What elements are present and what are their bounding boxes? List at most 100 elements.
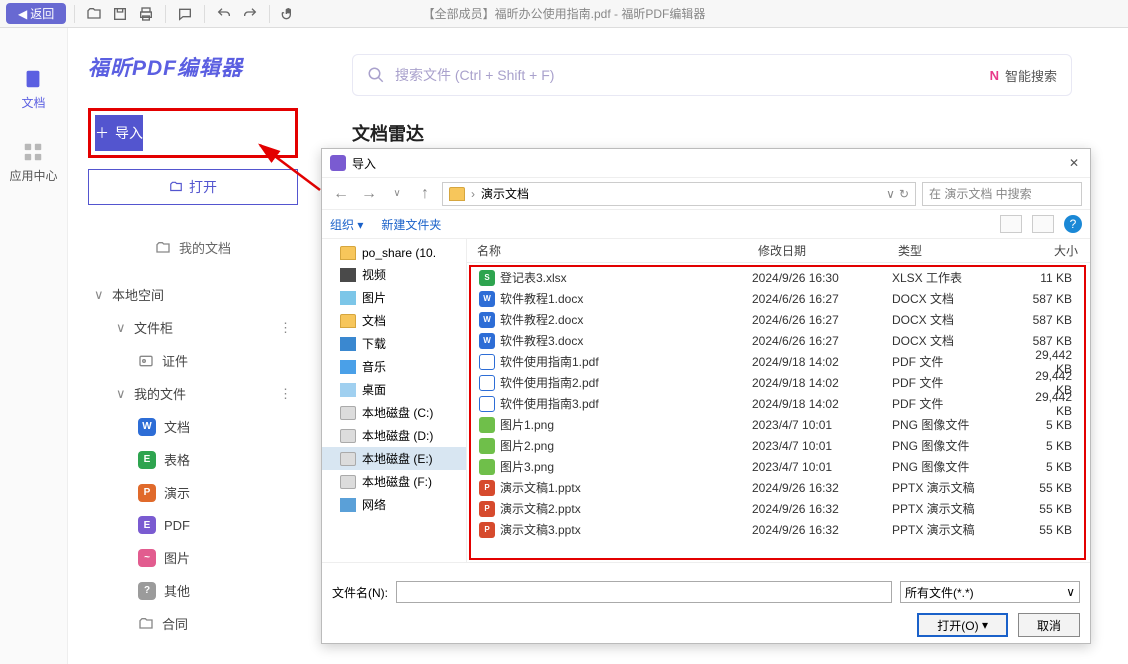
nav-filetype-5[interactable]: ?其他 — [88, 574, 298, 607]
col-size[interactable]: 大小 — [1026, 242, 1090, 259]
file-type: PNG 图像文件 — [892, 458, 1020, 475]
address-bar[interactable]: › 演示文档 ∨↻ — [442, 182, 916, 206]
col-name[interactable]: 名称 — [467, 242, 758, 259]
nav-recent-icon[interactable]: ∨ — [386, 183, 408, 205]
nav-mydocs[interactable]: 我的文档 — [88, 231, 298, 264]
file-row[interactable]: W 软件教程3.docx 2024/6/26 16:27 DOCX 文档 587… — [471, 330, 1084, 351]
help-icon[interactable]: ? — [1064, 215, 1082, 233]
filetype-label: 合同 — [162, 614, 188, 633]
dialog-search[interactable]: 在 演示文档 中搜索 — [922, 182, 1082, 206]
filetype-label: 文档 — [164, 417, 190, 436]
breadcrumb-text: 演示文档 — [481, 185, 529, 202]
filter-text: 所有文件(*.*) — [905, 584, 974, 601]
file-name: 图片2.png — [500, 437, 752, 454]
tree-item[interactable]: 本地磁盘 (E:) — [322, 447, 466, 470]
undo-icon[interactable] — [213, 3, 235, 25]
dialog-open-button[interactable]: 打开(O) ▾ — [917, 613, 1008, 637]
tree-item[interactable]: 本地磁盘 (D:) — [322, 424, 466, 447]
search-box[interactable]: 搜索文件 (Ctrl + Shift + F) N 智能搜索 — [352, 54, 1072, 96]
nav-cabinet[interactable]: ∨文件柜⋮ — [88, 311, 298, 344]
nav-local-space[interactable]: ∨本地空间 — [88, 278, 298, 311]
nav-up-icon[interactable]: ↑ — [414, 183, 436, 205]
nav-filetype-4[interactable]: ~图片 — [88, 541, 298, 574]
open-file-icon[interactable] — [83, 3, 105, 25]
more-icon[interactable]: ⋮ — [279, 386, 292, 402]
file-name: 软件使用指南2.pdf — [500, 374, 752, 391]
nav-filetype-2[interactable]: P演示 — [88, 476, 298, 509]
dialog-cancel-button[interactable]: 取消 — [1018, 613, 1080, 637]
tree-item[interactable]: 图片 — [322, 286, 466, 309]
col-type[interactable]: 类型 — [898, 242, 1026, 259]
file-type: DOCX 文档 — [892, 311, 1020, 328]
tree-item[interactable]: 视频 — [322, 263, 466, 286]
nav-filetype-6[interactable]: 合同 — [88, 607, 298, 640]
filter-select[interactable]: 所有文件(*.*)∨ — [900, 581, 1080, 603]
filename-input[interactable] — [396, 581, 892, 603]
tree-item[interactable]: po_share (10. — [322, 243, 466, 263]
organize-menu[interactable]: 组织 ▾ — [330, 216, 363, 233]
tree-item[interactable]: 本地磁盘 (C:) — [322, 401, 466, 424]
tree-item[interactable]: 网络 — [322, 493, 466, 516]
rail-apps[interactable]: 应用中心 — [9, 141, 57, 184]
filetype-icon: E — [138, 516, 156, 534]
dialog-bottom: 文件名(N): 所有文件(*.*)∨ 打开(O) ▾ 取消 — [322, 562, 1090, 643]
nav-filetype-3[interactable]: EPDF — [88, 509, 298, 541]
view-mode-icon[interactable] — [1000, 215, 1022, 233]
file-row[interactable]: 软件使用指南3.pdf 2024/9/18 14:02 PDF 文件 29,44… — [471, 393, 1084, 414]
file-row[interactable]: 软件使用指南2.pdf 2024/9/18 14:02 PDF 文件 29,44… — [471, 372, 1084, 393]
file-row[interactable]: P 演示文稿1.pptx 2024/9/26 16:32 PPTX 演示文稿 5… — [471, 477, 1084, 498]
newfolder-button[interactable]: 新建文件夹 — [381, 216, 441, 233]
nav-cert[interactable]: 证件 — [88, 344, 298, 377]
file-row[interactable]: S 登记表3.xlsx 2024/9/26 16:30 XLSX 工作表 11 … — [471, 267, 1084, 288]
back-button[interactable]: ◀ 返回 — [6, 3, 66, 24]
file-row[interactable]: P 演示文稿3.pptx 2024/9/26 16:32 PPTX 演示文稿 5… — [471, 519, 1084, 540]
file-row[interactable]: P 演示文稿2.pptx 2024/9/26 16:32 PPTX 演示文稿 5… — [471, 498, 1084, 519]
divider — [204, 5, 205, 23]
file-row[interactable]: 图片3.png 2023/4/7 10:01 PNG 图像文件 5 KB — [471, 456, 1084, 477]
file-type: PNG 图像文件 — [892, 416, 1020, 433]
file-row[interactable]: W 软件教程1.docx 2024/6/26 16:27 DOCX 文档 587… — [471, 288, 1084, 309]
file-date: 2024/9/26 16:32 — [752, 502, 892, 516]
tree-item[interactable]: 桌面 — [322, 378, 466, 401]
file-name: 图片3.png — [500, 458, 752, 475]
import-button[interactable]: ＋ 导入 — [95, 115, 143, 151]
file-row[interactable]: 图片1.png 2023/4/7 10:01 PNG 图像文件 5 KB — [471, 414, 1084, 435]
dialog-toolbar-right: ? — [1000, 215, 1082, 233]
file-icon — [479, 375, 495, 391]
tree-item[interactable]: 本地磁盘 (F:) — [322, 470, 466, 493]
file-size: 587 KB — [1020, 313, 1084, 327]
addr-refresh-icon[interactable]: ↻ — [899, 187, 909, 201]
tree-icon — [340, 406, 356, 420]
tree-item[interactable]: 文档 — [322, 309, 466, 332]
open-button[interactable]: 打开 — [88, 169, 298, 205]
print-icon[interactable] — [135, 3, 157, 25]
nav-myfiles[interactable]: ∨我的文件⋮ — [88, 377, 298, 410]
smart-search[interactable]: N 智能搜索 — [990, 66, 1057, 85]
import-highlight: ＋ 导入 — [88, 108, 298, 158]
file-row[interactable]: 图片2.png 2023/4/7 10:01 PNG 图像文件 5 KB — [471, 435, 1084, 456]
tree-item[interactable]: 音乐 — [322, 355, 466, 378]
file-row[interactable]: W 软件教程2.docx 2024/6/26 16:27 DOCX 文档 587… — [471, 309, 1084, 330]
side-column: 福昕PDF编辑器 ＋ 导入 打开 我的文档 ∨本地空间 ∨文件柜⋮ 证件 ∨我的… — [68, 28, 318, 664]
nav-fwd-icon[interactable]: → — [358, 183, 380, 205]
nav-filetype-0[interactable]: W文档 — [88, 410, 298, 443]
chat-icon[interactable] — [174, 3, 196, 25]
file-date: 2024/9/26 16:30 — [752, 271, 892, 285]
hand-tool-icon[interactable] — [278, 3, 300, 25]
col-date[interactable]: 修改日期 — [758, 242, 898, 259]
more-icon[interactable]: ⋮ — [279, 320, 292, 336]
file-row[interactable]: 软件使用指南1.pdf 2024/9/18 14:02 PDF 文件 29,44… — [471, 351, 1084, 372]
dialog-body: po_share (10.视频图片文档下载音乐桌面本地磁盘 (C:)本地磁盘 (… — [322, 239, 1090, 562]
rail-documents[interactable]: 文档 — [21, 68, 45, 111]
preview-pane-icon[interactable] — [1032, 215, 1054, 233]
close-icon[interactable]: ✕ — [1064, 153, 1084, 173]
file-icon: P — [479, 480, 495, 496]
save-icon[interactable] — [109, 3, 131, 25]
redo-icon[interactable] — [239, 3, 261, 25]
file-size: 11 KB — [1020, 271, 1084, 285]
tree-item[interactable]: 下载 — [322, 332, 466, 355]
nav-filetype-1[interactable]: E表格 — [88, 443, 298, 476]
rail-documents-label: 文档 — [21, 94, 45, 111]
addr-dropdown-icon[interactable]: ∨ — [886, 187, 895, 201]
nav-back-icon[interactable]: ← — [330, 183, 352, 205]
